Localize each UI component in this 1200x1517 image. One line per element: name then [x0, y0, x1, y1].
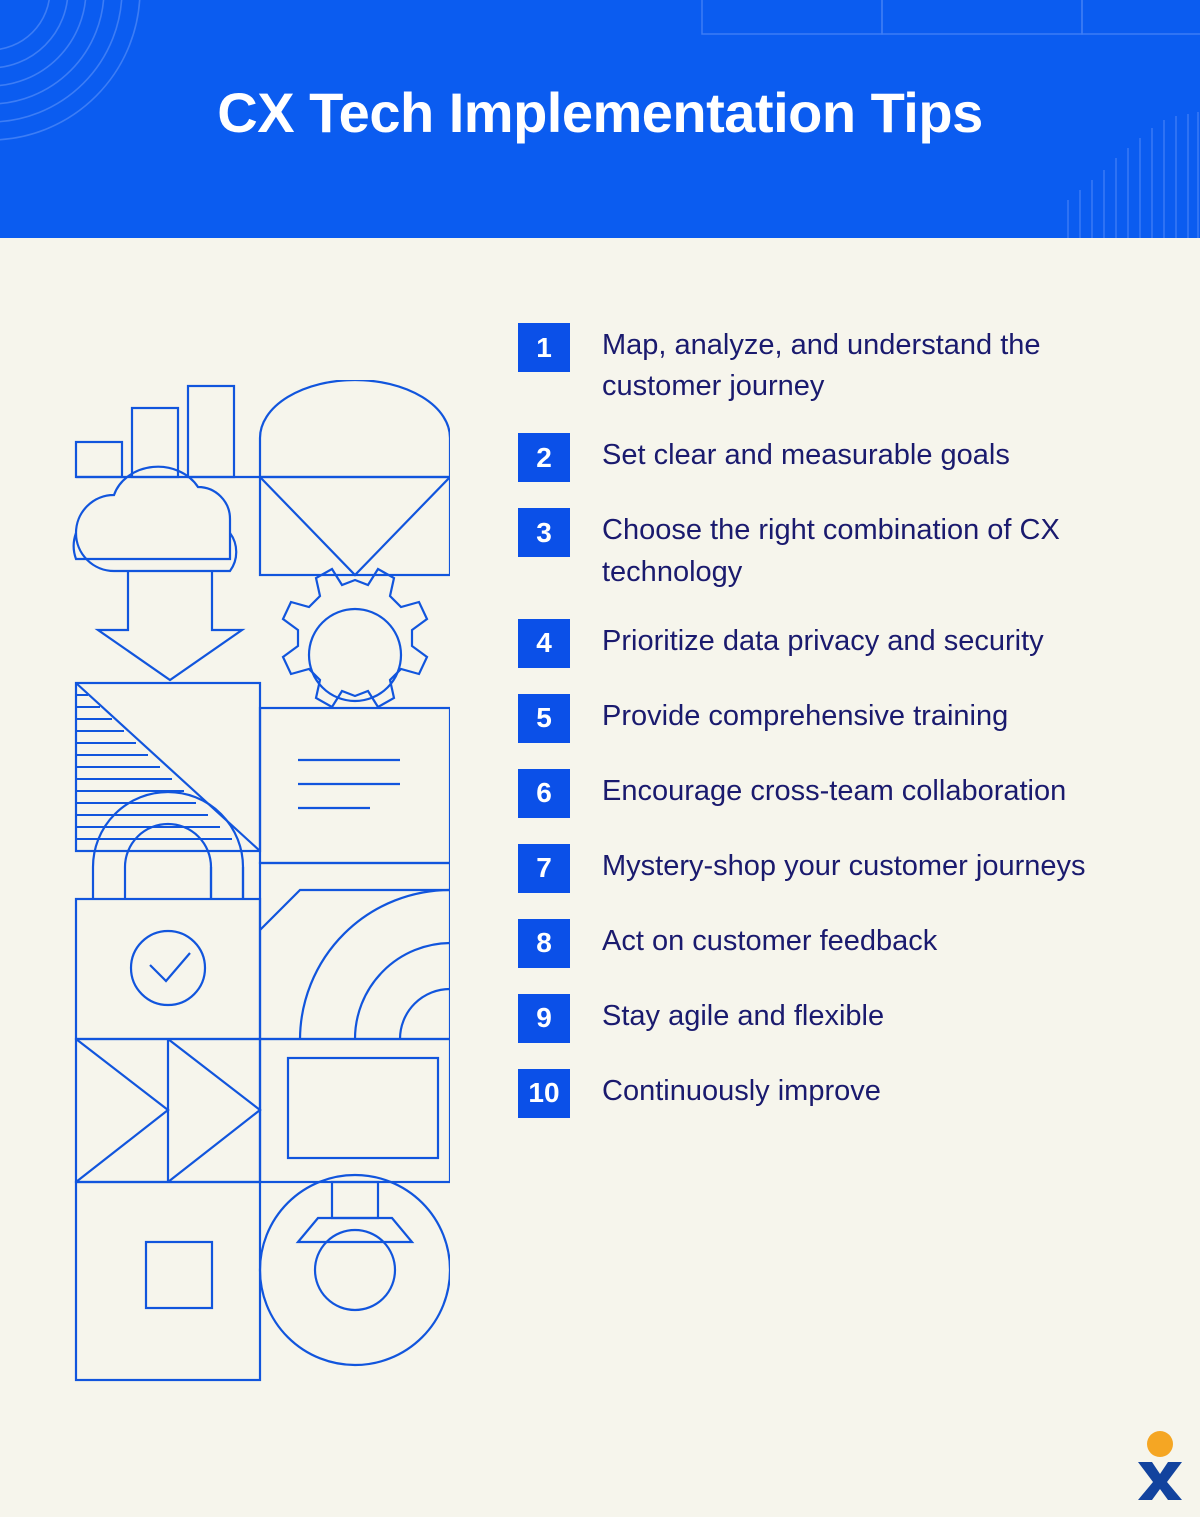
envelope-arch-icon: [258, 380, 450, 577]
tip-text: Encourage cross-team collaboration: [602, 774, 1067, 807]
square-in-square-icon: [74, 1180, 262, 1382]
tip-number-badge: 6: [518, 768, 570, 818]
tip-number-badge: 7: [518, 843, 570, 893]
logo-x-icon: [1138, 1462, 1182, 1500]
xm-logo: [1138, 1431, 1182, 1500]
list-item: 10 Continuously improve: [518, 1068, 1138, 1118]
logo-dot-icon: [1147, 1431, 1173, 1457]
tip-number-badge: 3: [518, 508, 570, 558]
list-item: 6 Encourage cross-team collaboration: [518, 768, 1138, 818]
monitor-icon: [258, 1037, 450, 1244]
play-triangles-icon: [74, 1037, 262, 1184]
tip-number-badge: 10: [518, 1068, 570, 1118]
tip-number-badge: 4: [518, 618, 570, 668]
gear-icon: [281, 567, 429, 709]
geometric-illustration: [72, 380, 450, 1382]
tip-text: Map, analyze, and understand the custome…: [602, 329, 1041, 403]
tip-number-badge: 9: [518, 993, 570, 1043]
tip-text: Prioritize data privacy and security: [602, 624, 1044, 657]
striped-triangle-icon: [74, 681, 262, 853]
page-title: CX Tech Implementation Tips: [217, 80, 983, 144]
padlock-check-icon: [74, 790, 262, 1041]
tip-text: Set clear and measurable goals: [602, 439, 1010, 472]
cloud-download-icon: [72, 465, 246, 682]
tips-list: 1 Map, analyze, and understand the custo…: [518, 323, 1138, 1144]
list-item: 8 Act on customer feedback: [518, 918, 1138, 968]
page-header: CX Tech Implementation Tips: [0, 0, 1200, 238]
list-item: 4 Prioritize data privacy and security: [518, 618, 1138, 668]
tip-text: Act on customer feedback: [602, 924, 938, 957]
list-item: 7 Mystery-shop your customer journeys: [518, 843, 1138, 893]
list-item: 2 Set clear and measurable goals: [518, 433, 1138, 483]
list-item: 9 Stay agile and flexible: [518, 993, 1138, 1043]
wifi-arcs-icon: [258, 861, 450, 1041]
tip-text: Continuously improve: [602, 1074, 881, 1107]
list-item: 5 Provide comprehensive training: [518, 693, 1138, 743]
tip-number-badge: 1: [518, 323, 570, 372]
main-content: 1 Map, analyze, and understand the custo…: [0, 238, 1200, 1517]
tip-number-badge: 2: [518, 433, 570, 483]
tip-number-badge: 8: [518, 918, 570, 968]
tip-number-badge: 5: [518, 693, 570, 743]
list-item: 3 Choose the right combination of CX tec…: [518, 508, 1138, 592]
tip-text: Stay agile and flexible: [602, 999, 885, 1032]
donut-circle-icon: [258, 1173, 450, 1367]
bar-chart-icon: [74, 384, 260, 479]
document-lines-icon: [258, 706, 450, 865]
tip-text: Choose the right combination of CX techn…: [602, 514, 1060, 588]
tip-text: Mystery-shop your customer journeys: [602, 849, 1086, 882]
tip-text: Provide comprehensive training: [602, 699, 1009, 732]
list-item: 1 Map, analyze, and understand the custo…: [518, 323, 1138, 407]
